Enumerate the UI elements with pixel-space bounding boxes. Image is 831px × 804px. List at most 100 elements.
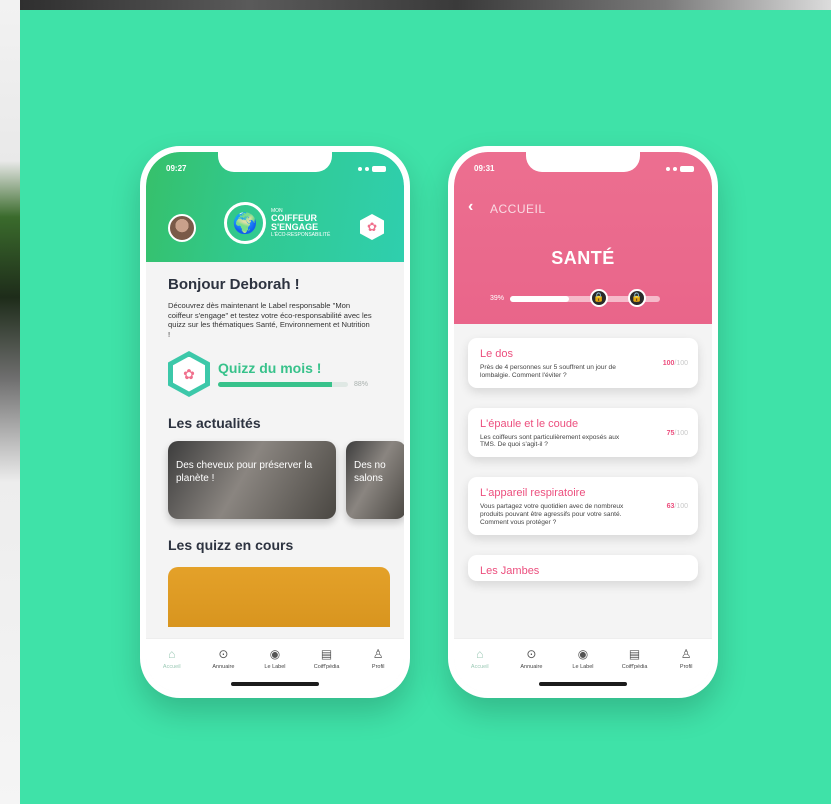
- page-title: SANTÉ: [551, 248, 615, 268]
- home-icon: ⌂: [168, 647, 176, 661]
- tab-label: Le Label: [264, 664, 286, 670]
- wifi-icon: [365, 166, 369, 171]
- quiz-of-month[interactable]: ✿ Quizz du mois ! 88%: [168, 351, 388, 397]
- sante-progress-track: 🔒 🔒: [510, 288, 661, 307]
- news-card[interactable]: Des no salons: [346, 441, 404, 519]
- sante-progress-fill: [510, 295, 569, 302]
- intro-text: Découvrez dès maintenant le Label respon…: [168, 301, 372, 339]
- tab-label: Coiff'pédia: [621, 664, 648, 670]
- tab-profil[interactable]: ♙ Profil: [355, 647, 401, 692]
- tab-label: Le Label: [572, 664, 594, 670]
- tab-profil[interactable]: ♙ Profil: [663, 647, 709, 692]
- status-icons: [358, 165, 386, 172]
- back-label[interactable]: ACCUEIL: [490, 202, 546, 216]
- topic-score-max: /100: [674, 360, 688, 368]
- tab-label: Profil: [371, 664, 385, 670]
- topic-title: L'épaule et le coude: [480, 417, 579, 430]
- user-icon: ♙: [680, 647, 692, 661]
- tab-label: Accueil: [162, 664, 181, 670]
- stage: 09:27 🌍 MON COIFFEUR S'ENGAGE L'ÉCO-RESP…: [0, 0, 831, 804]
- news-section-title: Les actualités: [168, 415, 261, 431]
- status-icons: [666, 165, 694, 172]
- sante-progress-label: 39%: [490, 295, 505, 302]
- topic-desc: Près de 4 personnes sur 5 souffrent un j…: [480, 364, 616, 379]
- home-icon: ⌂: [476, 647, 484, 661]
- home-screen: 09:27 🌍 MON COIFFEUR S'ENGAGE L'ÉCO-RESP…: [146, 152, 404, 692]
- logo-tagline: L'ÉCO-RESPONSABILITÉ: [271, 232, 331, 238]
- topic-score-max: /100: [674, 429, 688, 437]
- topic-card-epaule-coude[interactable]: L'épaule et le coude Les coiffeurs sont …: [468, 407, 698, 458]
- quiz-progress-label: 88%: [354, 381, 369, 388]
- topic-score: 75/100: [667, 430, 688, 437]
- quiz-progress-track: [218, 382, 348, 387]
- document-icon: ▤: [320, 647, 333, 661]
- wifi-icon: [673, 166, 677, 171]
- quiz-hex-badge: ✿: [168, 351, 210, 397]
- lock-icon: 🔒: [590, 288, 609, 307]
- topic-desc: Les coiffeurs sont particulièrement expo…: [480, 433, 620, 449]
- quizzes-section-title: Les quizz en cours: [168, 537, 294, 553]
- topic-score-max: /100: [674, 503, 688, 511]
- topic-info: L'appareil respiratoire Vous partagez vo…: [480, 487, 630, 526]
- document-icon: ▤: [628, 647, 641, 661]
- topic-title: Le dos: [480, 348, 514, 360]
- topic-title: L'appareil respiratoire: [480, 487, 586, 500]
- status-time: 09:31: [474, 164, 495, 173]
- tab-label: Accueil: [470, 664, 489, 670]
- sante-progress: 39% 🔒 🔒: [490, 288, 661, 307]
- topic-card-le-dos[interactable]: Le dos Près de 4 personnes sur 5 souffre…: [468, 338, 698, 388]
- quiz-of-month-title: Quizz du mois !: [218, 360, 322, 376]
- tab-accueil[interactable]: ⌂ Accueil: [149, 647, 195, 692]
- sante-screen: 09:31 ‹ ACCUEIL SANTÉ 39% 🔒 🔒 Le dos Prè…: [454, 152, 712, 692]
- globe-icon: ◉: [269, 647, 281, 661]
- topic-info: L'épaule et le coude Les coiffeurs sont …: [480, 418, 630, 450]
- topic-score: 100/100: [663, 360, 688, 367]
- globe-icon: ◉: [577, 647, 589, 661]
- topic-list: Le dos Près de 4 personnes sur 5 souffre…: [468, 338, 698, 601]
- background-photo-strip: [0, 0, 831, 10]
- topic-score: 63/100: [667, 503, 688, 510]
- home-indicator: [539, 682, 627, 686]
- greeting: Bonjour Deborah !: [168, 276, 300, 293]
- lock-icon: 🔒: [628, 288, 647, 307]
- tab-label: Annuaire: [212, 664, 235, 670]
- topic-score-value: 100: [662, 360, 675, 368]
- home-indicator: [231, 682, 319, 686]
- topic-desc: Vous partagez votre quotidien avec de no…: [480, 503, 624, 526]
- topic-title: Les Jambes: [480, 564, 540, 577]
- news-card[interactable]: Des cheveux pour préserver la planète !: [168, 441, 336, 519]
- quiz-card[interactable]: [168, 567, 390, 627]
- home-content: Bonjour Deborah ! Découvrez dès maintena…: [146, 262, 404, 642]
- avatar[interactable]: [168, 214, 196, 242]
- tab-label: Annuaire: [520, 664, 543, 670]
- topic-card-appareil-respiratoire[interactable]: L'appareil respiratoire Vous partagez vo…: [468, 477, 698, 535]
- tab-accueil[interactable]: ⌂ Accueil: [457, 647, 503, 692]
- globe-logo-icon: 🌍: [224, 202, 266, 244]
- app-logo: 🌍 MON COIFFEUR S'ENGAGE L'ÉCO-RESPONSABI…: [224, 202, 330, 244]
- topic-card-jambes[interactable]: Les Jambes: [468, 554, 698, 581]
- news-carousel[interactable]: Des cheveux pour préserver la planète ! …: [168, 441, 404, 519]
- status-bar: 09:31: [474, 164, 694, 173]
- battery-icon: [372, 165, 386, 172]
- phone-home: 09:27 🌍 MON COIFFEUR S'ENGAGE L'ÉCO-RESP…: [140, 146, 410, 698]
- quiz-of-month-info: Quizz du mois ! 88%: [218, 360, 368, 388]
- status-time: 09:27: [166, 164, 187, 173]
- back-chevron-icon[interactable]: ‹: [468, 198, 473, 216]
- flower-icon: ✿: [173, 356, 205, 392]
- signal-icon: [666, 166, 670, 171]
- signal-icon: [358, 166, 362, 171]
- quiz-progress: 88%: [218, 381, 368, 388]
- tab-label: Profil: [679, 664, 693, 670]
- phone-sante: 09:31 ‹ ACCUEIL SANTÉ 39% 🔒 🔒 Le dos Prè…: [448, 146, 718, 698]
- logo-text: MON COIFFEUR S'ENGAGE L'ÉCO-RESPONSABILI…: [271, 208, 330, 238]
- location-pin-icon: ⊙: [218, 647, 229, 661]
- logo-line-3: S'ENGAGE: [271, 222, 319, 232]
- status-bar: 09:27: [166, 164, 386, 173]
- topic-info: Le dos Près de 4 personnes sur 5 souffre…: [480, 348, 630, 380]
- tab-label: Coiff'pédia: [313, 664, 340, 670]
- background-photo-left: [0, 0, 20, 804]
- battery-icon: [680, 165, 694, 172]
- quiz-progress-fill: [218, 382, 333, 387]
- user-icon: ♙: [372, 647, 384, 661]
- location-pin-icon: ⊙: [526, 647, 537, 661]
